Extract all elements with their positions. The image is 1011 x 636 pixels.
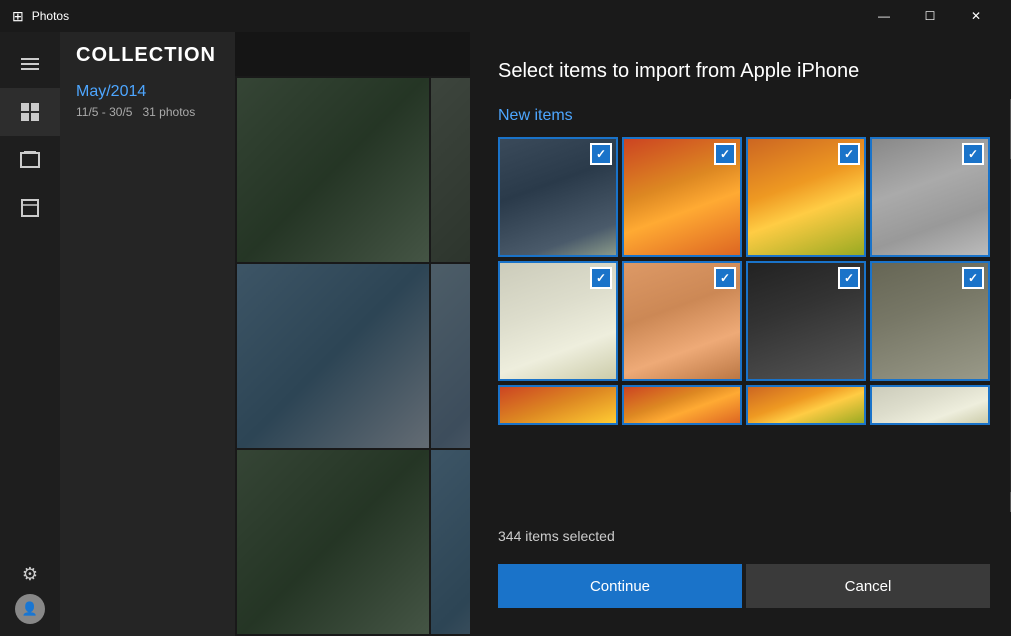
photo-item-5[interactable]: ✓ xyxy=(498,261,618,381)
items-selected-label: 344 items selected xyxy=(498,528,990,544)
app-icon: ⊞ xyxy=(12,8,24,25)
photo-thumb-p1 xyxy=(500,387,616,423)
dialog-scroll-area[interactable]: New items ✓ ✓ ✓ xyxy=(470,99,1011,512)
check-badge-8: ✓ xyxy=(962,267,984,289)
photo-item-3[interactable]: ✓ xyxy=(746,137,866,257)
photo-item-partial-2[interactable] xyxy=(622,385,742,425)
photo-item-6[interactable]: ✓ xyxy=(622,261,742,381)
photo-item-1[interactable]: ✓ xyxy=(498,137,618,257)
maximize-button[interactable]: ☐ xyxy=(907,0,953,32)
photo-grid-row1: ✓ ✓ ✓ ✓ xyxy=(498,137,990,257)
check-badge-2: ✓ xyxy=(714,143,736,165)
photo-thumb-p3 xyxy=(748,387,864,423)
window-controls: — ☐ ✕ xyxy=(861,0,999,32)
photo-area: ↺ ≡ ⬇ … Select items to import from xyxy=(235,32,1011,636)
left-panel: COLLECTION May/2014 11/5 - 30/5 31 photo… xyxy=(60,32,235,636)
month-label[interactable]: May/2014 xyxy=(76,83,219,101)
continue-button[interactable]: Continue xyxy=(498,564,742,608)
photo-item-partial-3[interactable] xyxy=(746,385,866,425)
check-badge-1: ✓ xyxy=(590,143,612,165)
sidebar-item-favorites[interactable] xyxy=(0,184,60,232)
dialog-buttons: Continue Cancel xyxy=(498,564,990,608)
hamburger-icon xyxy=(21,58,39,70)
title-bar-left: ⊞ Photos xyxy=(12,8,69,25)
user-avatar[interactable]: 👤 xyxy=(15,594,45,624)
minimize-button[interactable]: — xyxy=(861,0,907,32)
check-badge-6: ✓ xyxy=(714,267,736,289)
hamburger-menu-button[interactable] xyxy=(0,40,60,88)
photo-item-8[interactable]: ✓ xyxy=(870,261,990,381)
photo-item-2[interactable]: ✓ xyxy=(622,137,742,257)
section-new-items-label: New items xyxy=(498,107,990,125)
photo-item-7[interactable]: ✓ xyxy=(746,261,866,381)
check-badge-7: ✓ xyxy=(838,267,860,289)
close-button[interactable]: ✕ xyxy=(953,0,999,32)
photo-grid-partial xyxy=(498,385,990,425)
app-container: ⚙ 👤 COLLECTION May/2014 11/5 - 30/5 31 p… xyxy=(0,32,1011,636)
check-badge-5: ✓ xyxy=(590,267,612,289)
sidebar-item-albums[interactable] xyxy=(0,136,60,184)
check-badge-4: ✓ xyxy=(962,143,984,165)
month-group: May/2014 11/5 - 30/5 31 photos xyxy=(76,83,219,119)
favorites-icon xyxy=(19,197,41,219)
sidebar: ⚙ 👤 xyxy=(0,32,60,636)
sidebar-item-collection[interactable] xyxy=(0,88,60,136)
settings-button[interactable]: ⚙ xyxy=(0,554,60,594)
photo-grid-row2: ✓ ✓ ✓ ✓ xyxy=(498,261,990,381)
dialog-title: Select items to import from Apple iPhone xyxy=(498,60,990,83)
date-range: 11/5 - 30/5 31 photos xyxy=(76,105,219,119)
collection-title: COLLECTION xyxy=(76,44,219,67)
check-badge-3: ✓ xyxy=(838,143,860,165)
photo-item-4[interactable]: ✓ xyxy=(870,137,990,257)
albums-icon xyxy=(19,149,41,171)
dialog-footer: 344 items selected Continue Cancel xyxy=(470,512,1011,636)
photo-item-partial-1[interactable] xyxy=(498,385,618,425)
photo-thumb-p4 xyxy=(872,387,988,423)
collection-icon xyxy=(19,101,41,123)
avatar-initial: 👤 xyxy=(22,601,38,617)
photo-item-partial-4[interactable] xyxy=(870,385,990,425)
sidebar-bottom: ⚙ 👤 xyxy=(0,554,60,624)
import-dialog: Select items to import from Apple iPhone… xyxy=(470,32,1011,636)
cancel-button[interactable]: Cancel xyxy=(746,564,990,608)
app-title: Photos xyxy=(32,9,69,23)
title-bar: ⊞ Photos — ☐ ✕ xyxy=(0,0,1011,32)
dialog-header: Select items to import from Apple iPhone xyxy=(470,32,1011,99)
photo-thumb-p2 xyxy=(624,387,740,423)
